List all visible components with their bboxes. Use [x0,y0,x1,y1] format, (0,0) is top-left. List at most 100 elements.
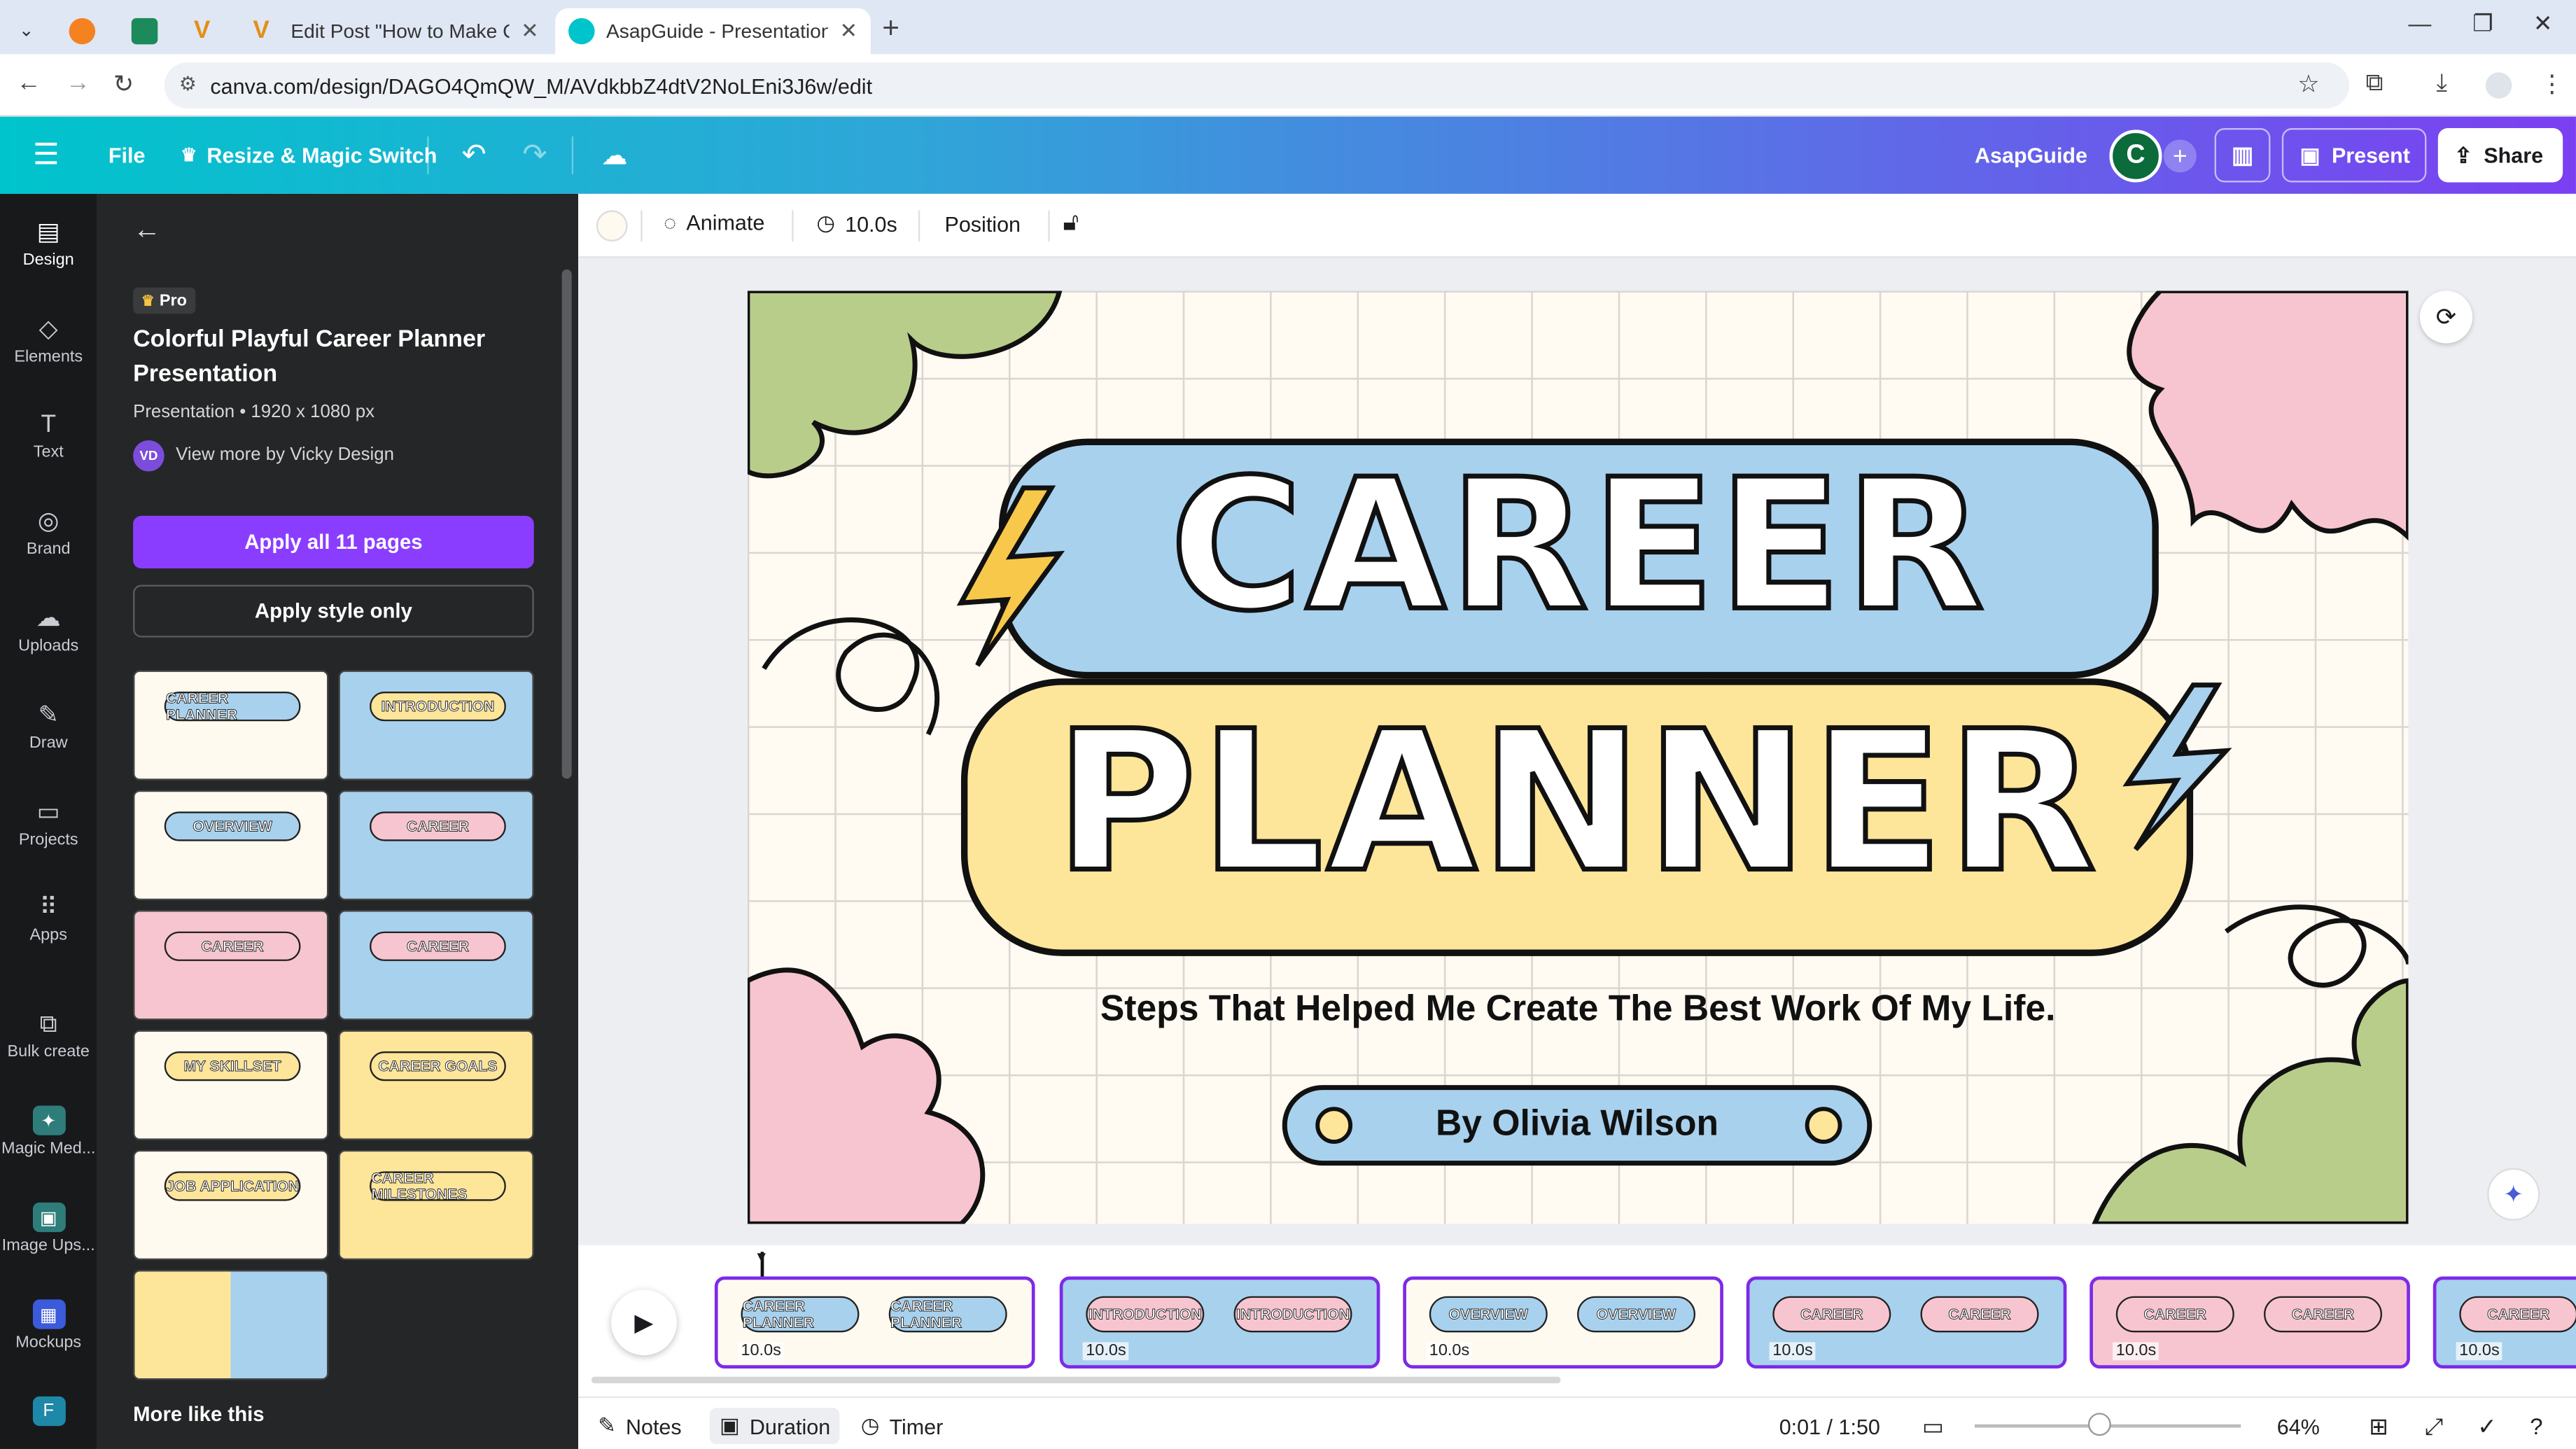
close-tab-icon[interactable]: ✕ [521,18,539,45]
template-page-thumb[interactable]: CAREER [338,790,534,901]
position-button[interactable]: Position [944,212,1021,237]
reload-icon[interactable]: ↻ [113,69,134,99]
browser-tab-1[interactable] [56,8,108,55]
extensions-icon[interactable]: ⧉ [2366,69,2384,97]
template-page-thumb[interactable]: MY SKILLSET [133,1030,329,1140]
back-icon[interactable]: ← [16,69,41,97]
background-color-swatch[interactable] [596,210,628,241]
template-page-thumb[interactable]: CAREER MILESTONES [338,1149,534,1261]
rail-item-label: Mockups [15,1334,82,1352]
rail-item-image-upscaler[interactable]: ▣ Image Ups... [0,1202,97,1255]
play-icon[interactable]: ▶ [611,1289,677,1356]
apply-all-pages-button[interactable]: Apply all 11 pages [133,515,534,569]
rail-item-elements[interactable]: ◇ Elements [0,314,97,367]
timeline-page-3[interactable]: OVERVIEW OVERVIEW 10.0s [1403,1276,1723,1368]
forward-icon[interactable]: → [66,69,90,97]
timeline-page-5[interactable]: CAREER CAREER 10.0s [2090,1276,2410,1368]
user-avatar[interactable]: C [2109,130,2162,183]
template-page-thumb[interactable]: CAREER GOALS [338,1030,534,1140]
page-duration-button[interactable]: ◷ 10.0s [816,210,897,237]
downloads-icon[interactable]: ⤓ [2436,69,2447,97]
grid-view-icon[interactable]: ⊞ [2369,1408,2388,1444]
browser-tab-4[interactable]: V Edit Post "How to Make Canva ✕ [240,8,552,55]
redo-icon[interactable]: ↷ [522,117,547,194]
template-page-thumb[interactable]: INTRODUCTION [338,670,534,780]
rail-item-text[interactable]: T Text [0,409,97,462]
minimize-icon[interactable]: — [2409,10,2432,36]
invite-plus-icon[interactable]: + [2163,139,2197,173]
rail-item-design[interactable]: ▤ Design [0,217,97,270]
fullscreen-icon[interactable]: ⤢ [2425,1408,2443,1444]
insights-chart-icon[interactable]: ▥ [2214,128,2271,183]
thumb-title: CAREER MILESTONES [370,1170,506,1203]
timeline-page-2[interactable]: INTRODUCTION INTRODUCTION 10.0s [1059,1276,1380,1368]
playhead-marker-icon[interactable]: ▼ [754,1249,769,1265]
rail-item-magic-media[interactable]: ✦ Magic Med... [0,1105,97,1158]
rail-app-logo[interactable]: F [0,1396,97,1427]
template-page-thumb[interactable] [133,1270,329,1380]
template-page-thumb[interactable]: CAREER PLANNER [133,670,329,780]
rail-item-bulk-create[interactable]: ⧉ Bulk create [0,1009,97,1061]
zoom-slider[interactable] [1974,1413,2241,1436]
url-field[interactable]: ⚙ canva.com/design/DAGO4QmQW_M/AVdkbbZ4d… [164,62,2350,108]
slide-canvas[interactable]: CAREER PLANNER Steps That Helped Me Crea… [747,290,2409,1224]
zoom-slider-knob[interactable] [2088,1413,2112,1436]
rail-item-apps[interactable]: ⠿ Apps [0,892,97,945]
resize-magic-switch-button[interactable]: ♛ Resize & Magic Switch [181,117,437,194]
restore-icon[interactable]: ❐ [2472,10,2493,38]
bookmark-star-icon[interactable]: ☆ [2297,69,2320,99]
template-page-thumb[interactable]: OVERVIEW [133,790,329,901]
back-arrow-icon[interactable]: ← [133,214,161,246]
rail-item-uploads[interactable]: ☁ Uploads [0,603,97,656]
timer-button[interactable]: ◷ Timer [861,1408,944,1444]
profile-avatar[interactable] [2485,72,2512,99]
green-blob-top-left [747,290,1063,479]
present-button[interactable]: ▣ Present [2281,128,2427,183]
template-page-thumb[interactable]: JOB APPLICATION [133,1149,329,1261]
rail-item-projects[interactable]: ▭ Projects [0,797,97,850]
duration-button[interactable]: ▣ Duration [709,1408,841,1444]
template-page-thumb[interactable]: CAREER [338,910,534,1021]
magic-assistant-icon[interactable]: ✦ [2487,1168,2540,1221]
rail-item-brand[interactable]: ◎ Brand [0,506,97,559]
team-name[interactable]: AsapGuide [1975,117,2087,194]
rail-item-draw[interactable]: ✎ Draw [0,700,97,752]
site-info-icon[interactable]: ⚙ [179,72,197,95]
cloud-saved-icon[interactable]: ☁ [601,117,628,194]
tab-search-chevron-icon[interactable]: ⌄ [10,15,43,44]
zoom-level[interactable]: 64% [2277,1408,2320,1444]
apply-style-only-button[interactable]: Apply style only [133,584,534,638]
check-icon[interactable]: ✓ [2477,1408,2497,1444]
new-tab-icon[interactable]: + [882,11,899,46]
browser-menu-icon[interactable]: ⋮ [2540,69,2564,99]
browser-tab-3[interactable]: V [181,8,233,55]
close-window-icon[interactable]: ✕ [2533,10,2553,38]
timeline-page-4[interactable]: CAREER CAREER 10.0s [1746,1276,2067,1368]
browser-tab-active[interactable]: AsapGuide - Presentation ✕ [555,8,871,55]
page-view-icon[interactable]: ▭ [1922,1408,1944,1444]
timeline-page-1[interactable]: CAREER PLANNER CAREER PLANNER 10.0s [714,1276,1035,1368]
file-menu[interactable]: File [108,117,146,194]
timeline-scrollbar[interactable] [591,1376,1561,1384]
title-line-career[interactable]: CAREER [1002,453,2156,638]
author-link[interactable]: View more by Vicky Design [176,445,394,465]
tab-title: Edit Post "How to Make Canva [290,20,509,43]
animate-button[interactable]: ◌ Animate [664,210,764,234]
title-line-planner[interactable]: PLANNER [965,702,2190,901]
undo-icon[interactable]: ↶ [461,117,486,194]
template-page-thumb[interactable]: CAREER [133,910,329,1021]
slide-subtitle[interactable]: Steps That Helped Me Create The Best Wor… [748,987,2409,1030]
refresh-comment-icon[interactable]: ⟳ [2419,290,2473,344]
slide-byline[interactable]: By Olivia Wilson [1284,1102,1869,1145]
panel-scrollbar[interactable] [561,269,572,779]
main-menu-icon[interactable]: ☰ [33,117,59,194]
lock-icon[interactable]: 🔓︎ [1063,209,1079,237]
timeline-page-6[interactable]: CAREERCAREER10.0s [2432,1276,2576,1368]
close-tab-icon[interactable]: ✕ [839,18,858,45]
thumb-title: CAREER [370,811,506,841]
help-icon[interactable]: ? [2530,1408,2542,1444]
notes-button[interactable]: ✎ Notes [598,1408,681,1444]
browser-tab-2[interactable] [118,8,171,55]
rail-item-mockups[interactable]: ▦ Mockups [0,1299,97,1352]
share-button[interactable]: ⇪ Share [2437,128,2563,183]
